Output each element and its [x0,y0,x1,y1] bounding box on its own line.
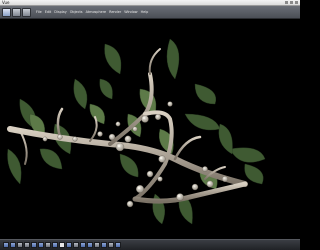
menu-bar: File Edit Display Objects Atmosphere Ren… [36,6,148,19]
move-icon[interactable] [17,242,23,248]
menu-render[interactable]: Render [109,6,121,19]
maximize-icon[interactable] [290,1,293,4]
frame-icon[interactable] [80,242,86,248]
minimize-icon[interactable] [285,1,288,4]
grid-icon[interactable] [52,242,58,248]
render-icon[interactable] [3,242,9,248]
plant-render [7,38,266,225]
orbit-icon[interactable] [73,242,79,248]
menu-atmosphere[interactable]: Atmosphere [86,6,107,19]
light-icon[interactable] [45,242,51,248]
open-scene-icon[interactable] [22,7,31,17]
layer-icon[interactable] [87,242,93,248]
new-scene-icon[interactable] [12,7,21,17]
menu-objects[interactable]: Objects [70,6,83,19]
settings-icon[interactable] [108,242,114,248]
camera-icon[interactable] [38,242,44,248]
main-toolbar: File Edit Display Objects Atmosphere Ren… [0,6,300,19]
close-icon[interactable] [295,1,298,4]
view-icon[interactable] [101,242,107,248]
app-menu-icon[interactable] [2,7,11,17]
help-icon[interactable] [115,242,121,248]
menu-edit[interactable]: Edit [45,6,52,19]
menu-display[interactable]: Display [54,6,67,19]
rotate-icon[interactable] [24,242,30,248]
window-controls [285,1,298,4]
menu-window[interactable]: Window [124,6,137,19]
bottom-toolbar [0,239,300,250]
render-viewport[interactable] [0,19,300,239]
window-title: Vue [2,0,10,5]
material-icon[interactable] [94,242,100,248]
pan-icon[interactable] [66,242,72,248]
zoom-icon[interactable] [59,242,65,248]
menu-file[interactable]: File [36,6,42,19]
menu-help[interactable]: Help [141,6,149,19]
select-icon[interactable] [10,242,16,248]
scale-icon[interactable] [31,242,37,248]
